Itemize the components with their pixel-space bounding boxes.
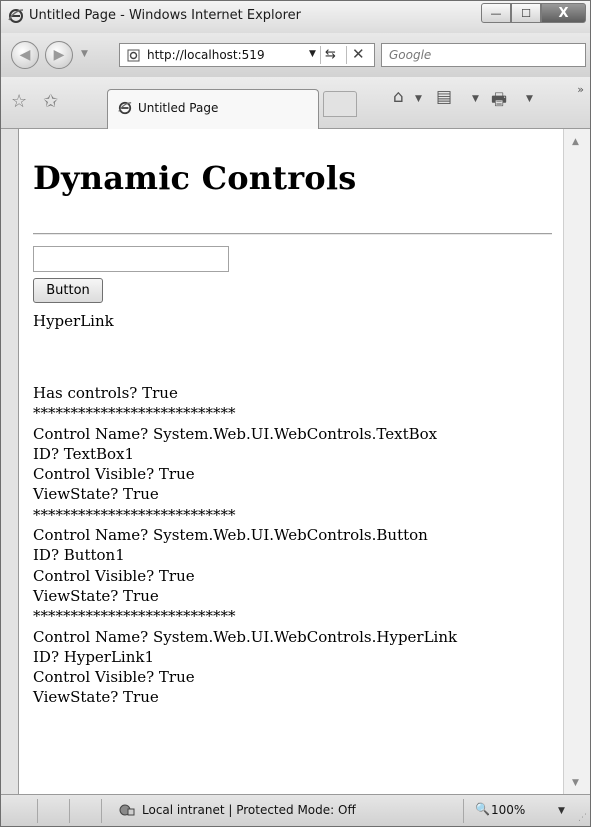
zoom-level[interactable]: 100% — [491, 803, 525, 817]
output-line: Control Visible? True — [33, 566, 195, 585]
status-divider — [37, 799, 38, 823]
stop-icon[interactable]: ✕ — [352, 45, 365, 63]
page-heading: Dynamic Controls — [33, 159, 357, 197]
output-line: ID? HyperLink1 — [33, 647, 155, 666]
vertical-scrollbar[interactable]: ▲ ▼ — [563, 129, 590, 794]
browser-window: Untitled Page - Windows Internet Explore… — [0, 0, 591, 827]
controls-output: Has controls? True *********************… — [33, 383, 457, 708]
search-box[interactable]: Google — [381, 43, 586, 67]
status-divider — [463, 799, 464, 823]
add-favorites-icon[interactable]: ✩ — [43, 91, 58, 112]
page-content: Dynamic Controls Button HyperLink Has co… — [18, 129, 563, 794]
back-button[interactable]: ◀ — [11, 41, 39, 69]
tab-label: Untitled Page — [138, 101, 219, 115]
refresh-icon[interactable]: ⇆ — [325, 47, 336, 62]
caption-buttons: — ☐ X — [481, 3, 586, 23]
star-icon[interactable]: ☆ — [11, 91, 27, 112]
new-tab-button[interactable] — [323, 91, 357, 117]
home-icon[interactable]: ⌂ — [393, 87, 404, 107]
output-line: *************************** — [33, 607, 236, 626]
ie-logo-icon — [8, 9, 24, 23]
ie-logo-icon — [118, 101, 132, 115]
tab-bar: ☆ ✩ Untitled Page ⌂ ▼ ▤ ▼ 🖶 ▼ » — [1, 77, 590, 129]
output-line: Has controls? True — [33, 384, 178, 402]
output-line: ID? Button1 — [33, 546, 125, 565]
chevron-more-icon[interactable]: » — [577, 83, 584, 96]
home-dropdown[interactable]: ▼ — [415, 94, 422, 104]
address-input[interactable]: http://localhost:519 — [147, 48, 305, 62]
frame-left — [1, 129, 18, 794]
resize-grip-icon[interactable]: ⋰ — [578, 813, 587, 823]
status-bar: Local intranet | Protected Mode: Off 🔍 1… — [1, 794, 590, 826]
output-line: Control Name? System.Web.UI.WebControls.… — [33, 526, 428, 545]
print-icon[interactable]: 🖶 — [491, 87, 507, 116]
output-line: *************************** — [33, 505, 236, 524]
feeds-dropdown[interactable]: ▼ — [472, 94, 479, 104]
output-line: Control Visible? True — [33, 668, 195, 687]
back-icon: ◀ — [19, 47, 31, 63]
status-divider — [101, 799, 102, 823]
scroll-up-icon[interactable]: ▲ — [572, 137, 579, 147]
output-line: ID? TextBox1 — [33, 444, 135, 463]
separator — [346, 46, 347, 64]
zoom-icon: 🔍 — [475, 802, 490, 816]
hyperlink1[interactable]: HyperLink — [33, 312, 114, 330]
output-line: Control Name? System.Web.UI.WebControls.… — [33, 424, 438, 443]
recent-pages-dropdown[interactable]: ▼ — [81, 49, 88, 59]
close-button[interactable]: X — [541, 3, 586, 23]
security-zone[interactable]: Local intranet | Protected Mode: Off — [142, 803, 356, 817]
search-input[interactable]: Google — [389, 48, 431, 62]
tab-untitled-page[interactable]: Untitled Page — [107, 89, 319, 129]
zoom-dropdown[interactable]: ▼ — [558, 806, 565, 816]
separator — [320, 46, 321, 64]
output-line: *************************** — [33, 404, 236, 423]
output-line: Control Visible? True — [33, 465, 195, 484]
maximize-icon: ☐ — [521, 6, 531, 20]
status-divider — [69, 799, 70, 823]
window-title: Untitled Page - Windows Internet Explore… — [29, 8, 302, 23]
output-line: Control Name? System.Web.UI.WebControls.… — [33, 627, 458, 646]
minimize-button[interactable]: — — [481, 3, 511, 23]
close-icon: X — [558, 5, 569, 21]
output-line: ViewState? True — [33, 688, 159, 707]
maximize-button[interactable]: ☐ — [511, 3, 541, 23]
output-line: ViewState? True — [33, 485, 159, 504]
minimize-icon: — — [490, 6, 502, 20]
feeds-icon[interactable]: ▤ — [436, 87, 452, 107]
title-bar[interactable]: Untitled Page - Windows Internet Explore… — [1, 1, 590, 33]
textbox1[interactable] — [33, 246, 229, 272]
horizontal-rule — [33, 233, 552, 235]
navigation-bar: ◀ ▶ ▼ http://localhost:519 ▼ ⇆ ✕ Google — [1, 33, 590, 77]
button1[interactable]: Button — [33, 278, 103, 303]
intranet-icon — [119, 804, 135, 816]
page-icon — [127, 49, 140, 62]
print-dropdown[interactable]: ▼ — [526, 94, 533, 104]
scroll-down-icon[interactable]: ▼ — [572, 778, 579, 788]
forward-icon: ▶ — [53, 47, 65, 63]
address-dropdown[interactable]: ▼ — [309, 49, 316, 59]
forward-button[interactable]: ▶ — [45, 41, 73, 69]
address-bar[interactable]: http://localhost:519 ▼ ⇆ ✕ — [119, 43, 375, 67]
output-line: ViewState? True — [33, 586, 159, 605]
